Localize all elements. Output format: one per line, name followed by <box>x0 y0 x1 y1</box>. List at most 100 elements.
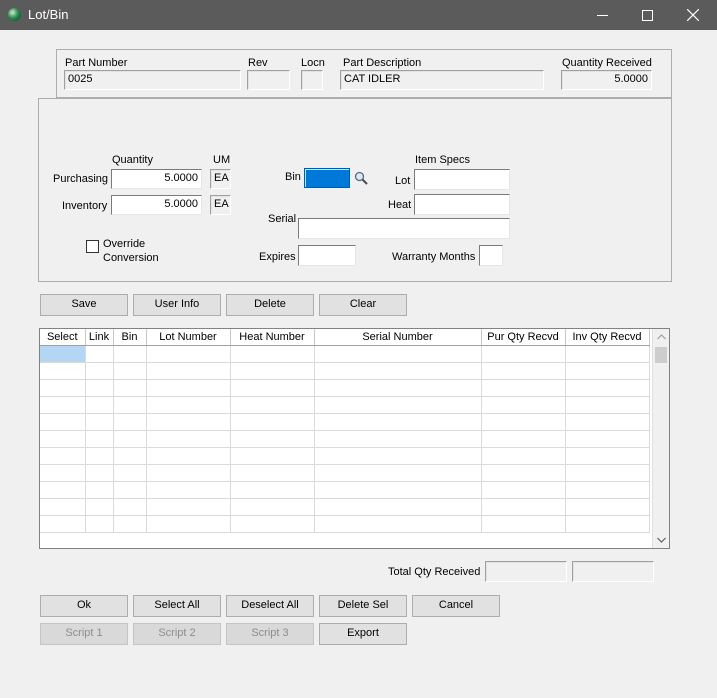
grid-cell[interactable] <box>230 481 315 499</box>
grid-cell[interactable] <box>230 379 315 397</box>
grid-cell[interactable] <box>85 379 114 397</box>
grid-cell[interactable] <box>230 396 315 414</box>
grid-cell[interactable] <box>481 464 566 482</box>
grid-cell[interactable] <box>146 345 231 363</box>
grid-cell[interactable] <box>146 447 231 465</box>
part-number-field[interactable]: 0025 <box>64 70 241 90</box>
grid-cell[interactable] <box>146 379 231 397</box>
override-conversion-checkbox[interactable] <box>86 240 99 253</box>
grid-cell[interactable] <box>314 362 482 380</box>
cancel-button[interactable]: Cancel <box>412 595 500 617</box>
grid-cell[interactable] <box>565 481 650 499</box>
grid-column-header[interactable]: Serial Number <box>314 329 482 346</box>
ok-button[interactable]: Ok <box>40 595 128 617</box>
grid-cell[interactable] <box>230 498 315 516</box>
part-description-field[interactable]: CAT IDLER <box>340 70 544 90</box>
grid-cell[interactable] <box>146 464 231 482</box>
grid-cell[interactable] <box>85 447 114 465</box>
grid-cell[interactable] <box>565 464 650 482</box>
grid-cell[interactable] <box>314 396 482 414</box>
heat-input[interactable] <box>414 194 510 215</box>
table-row[interactable] <box>40 464 650 482</box>
grid-cell[interactable] <box>481 396 566 414</box>
grid-cell[interactable] <box>565 498 650 516</box>
grid-cell[interactable] <box>40 362 86 380</box>
grid-column-header[interactable]: Heat Number <box>230 329 315 346</box>
table-row[interactable] <box>40 362 650 380</box>
scroll-up-icon[interactable] <box>657 334 666 340</box>
expires-input[interactable] <box>298 245 356 266</box>
grid-cell[interactable] <box>314 498 482 516</box>
grid-cell[interactable] <box>40 515 86 533</box>
grid-cell[interactable] <box>40 481 86 499</box>
grid-cell[interactable] <box>314 481 482 499</box>
grid-column-header[interactable]: Pur Qty Recvd <box>481 329 566 346</box>
grid-cell[interactable] <box>230 413 315 431</box>
user-info-button[interactable]: User Info <box>133 294 221 316</box>
grid-cell[interactable] <box>146 396 231 414</box>
grid-cell[interactable] <box>146 498 231 516</box>
quantity-received-field[interactable]: 5.0000 <box>561 70 652 90</box>
grid-cell[interactable] <box>314 345 482 363</box>
export-button[interactable]: Export <box>319 623 407 645</box>
table-row[interactable] <box>40 498 650 516</box>
grid-cell[interactable] <box>230 515 315 533</box>
grid-cell[interactable] <box>85 413 114 431</box>
grid-cell[interactable] <box>113 430 147 448</box>
grid-cell[interactable] <box>85 464 114 482</box>
grid-cell[interactable] <box>314 379 482 397</box>
script-2-button[interactable]: Script 2 <box>133 623 221 645</box>
grid-cell[interactable] <box>146 481 231 499</box>
grid-cell[interactable] <box>146 430 231 448</box>
grid-cell[interactable] <box>481 481 566 499</box>
table-row[interactable] <box>40 345 650 363</box>
grid-cell[interactable] <box>113 379 147 397</box>
grid-cell[interactable] <box>113 515 147 533</box>
grid-cell[interactable] <box>40 498 86 516</box>
table-row[interactable] <box>40 396 650 414</box>
grid-cell[interactable] <box>85 396 114 414</box>
grid-column-header[interactable]: Select <box>40 329 86 346</box>
grid-cell[interactable] <box>146 515 231 533</box>
rev-field[interactable] <box>247 70 290 90</box>
grid-cell[interactable] <box>146 362 231 380</box>
grid-column-header[interactable]: Bin <box>113 329 147 346</box>
warranty-months-input[interactable] <box>479 245 503 266</box>
grid-cell[interactable] <box>481 515 566 533</box>
lot-input[interactable] <box>414 169 510 190</box>
table-row[interactable] <box>40 413 650 431</box>
grid-cell[interactable] <box>314 515 482 533</box>
grid-cell[interactable] <box>565 379 650 397</box>
grid-column-header[interactable]: Lot Number <box>146 329 231 346</box>
grid-cell[interactable] <box>40 447 86 465</box>
grid-cell[interactable] <box>85 430 114 448</box>
grid-cell[interactable] <box>113 413 147 431</box>
grid-cell[interactable] <box>85 481 114 499</box>
grid-column-header[interactable]: Inv Qty Recvd <box>565 329 650 346</box>
grid-cell[interactable] <box>481 345 566 363</box>
deselect-all-button[interactable]: Deselect All <box>226 595 314 617</box>
delete-button[interactable]: Delete <box>226 294 314 316</box>
serial-input[interactable] <box>298 218 510 239</box>
table-row[interactable] <box>40 430 650 448</box>
grid-cell[interactable] <box>230 447 315 465</box>
grid-cell[interactable] <box>113 345 147 363</box>
grid-cell[interactable] <box>40 379 86 397</box>
grid-cell[interactable] <box>481 498 566 516</box>
grid-cell[interactable] <box>314 464 482 482</box>
script-1-button[interactable]: Script 1 <box>40 623 128 645</box>
lot-bin-grid[interactable]: Select Link Bin Lot Number Heat Number Serial… <box>39 328 670 549</box>
table-row[interactable] <box>40 379 650 397</box>
grid-cell[interactable] <box>113 396 147 414</box>
grid-cell[interactable] <box>481 430 566 448</box>
grid-cell[interactable] <box>146 413 231 431</box>
delete-sel-button[interactable]: Delete Sel <box>319 595 407 617</box>
scroll-down-icon[interactable] <box>657 537 666 543</box>
grid-cell[interactable] <box>230 464 315 482</box>
grid-cell[interactable] <box>85 345 114 363</box>
minimize-button[interactable] <box>579 0 625 30</box>
grid-cell[interactable] <box>40 464 86 482</box>
grid-cell[interactable] <box>40 396 86 414</box>
bin-input[interactable] <box>304 168 350 188</box>
grid-cell[interactable] <box>230 362 315 380</box>
